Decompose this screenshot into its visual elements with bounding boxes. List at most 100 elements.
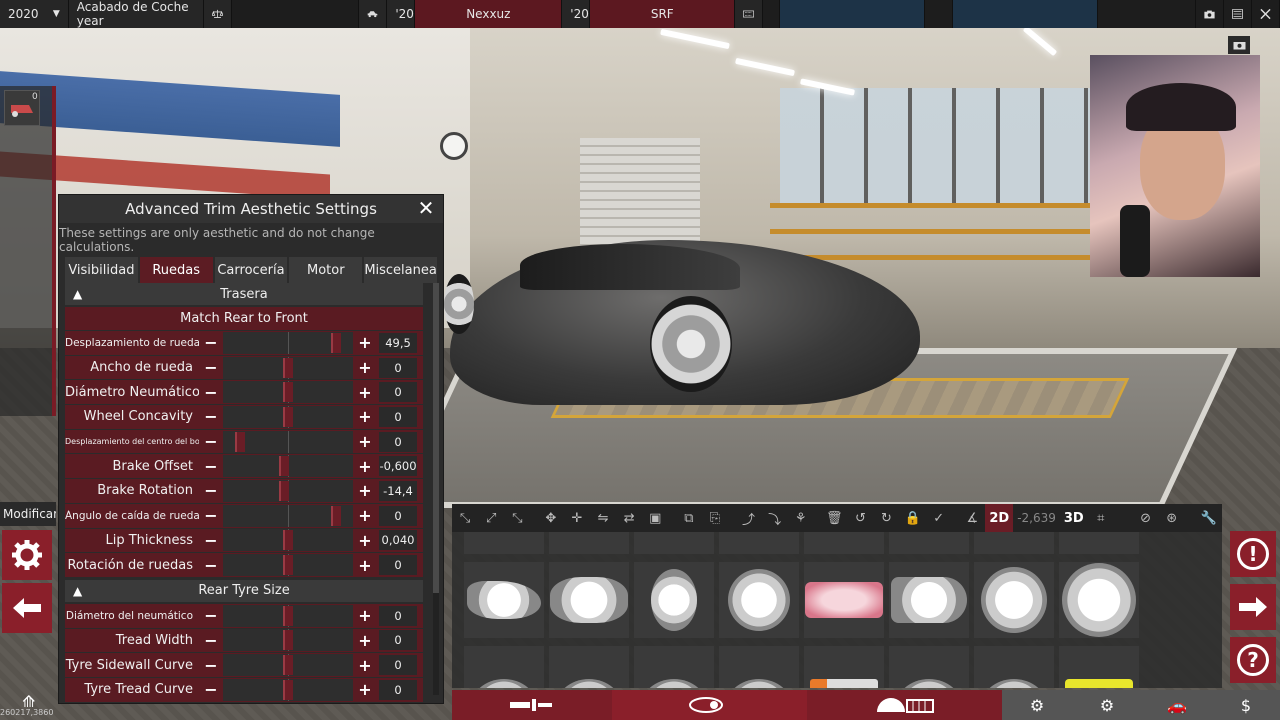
fixture-part[interactable]	[974, 532, 1054, 554]
snap-icon[interactable]: ▣	[642, 504, 668, 532]
modify-tab[interactable]: Modificar	[0, 502, 56, 526]
tab-carrocería[interactable]: Carrocería	[214, 257, 288, 283]
increment-button[interactable]: +	[353, 381, 377, 403]
fixture-part[interactable]	[549, 532, 629, 554]
increment-button[interactable]: +	[353, 654, 377, 676]
back-arrow-button[interactable]	[2, 583, 52, 633]
menu-icon[interactable]	[1224, 0, 1253, 28]
decrement-button[interactable]: −	[199, 679, 223, 701]
tab-ruedas[interactable]: Ruedas	[139, 257, 213, 283]
check-icon[interactable]: ✓	[926, 504, 952, 532]
gear-button[interactable]	[2, 530, 52, 580]
decrement-button[interactable]: −	[199, 629, 223, 651]
exhaust-tab[interactable]	[452, 690, 612, 720]
slider-handle[interactable]	[283, 530, 293, 551]
slider-handle[interactable]	[283, 605, 293, 626]
angle-icon[interactable]: ∡	[959, 504, 985, 532]
slider-handle[interactable]	[283, 655, 293, 676]
tab-miscelanea[interactable]: Miscelanea	[364, 257, 437, 283]
value-field[interactable]: 0	[379, 406, 417, 427]
crop-icon[interactable]: ⌗	[1088, 504, 1114, 532]
close-button[interactable]: ✕	[415, 197, 437, 221]
mode-2d-button[interactable]: 2D	[985, 504, 1014, 532]
value-field[interactable]: 0,040	[379, 530, 417, 551]
paste-icon[interactable]: ⎘	[702, 504, 728, 532]
increment-button[interactable]: +	[353, 529, 377, 551]
move-icon[interactable]: ✥	[538, 504, 564, 532]
value-slider[interactable]	[223, 629, 353, 652]
stats-tab[interactable]: $	[1212, 690, 1280, 720]
increment-button[interactable]: +	[353, 605, 377, 627]
increment-button[interactable]: +	[353, 357, 377, 379]
value-slider[interactable]	[223, 331, 353, 354]
value-slider[interactable]	[223, 554, 353, 577]
match-rear-to-front-button[interactable]: Match Rear to Front	[65, 307, 423, 330]
slider-handle[interactable]	[283, 630, 293, 651]
increment-button[interactable]: +	[353, 505, 377, 527]
fixture-part[interactable]	[549, 646, 629, 688]
value-field[interactable]: 0	[379, 555, 417, 576]
slider-handle[interactable]	[283, 555, 293, 576]
increment-button[interactable]: +	[353, 332, 377, 354]
slider-handle[interactable]	[283, 679, 293, 700]
drivetrain-tab[interactable]: ⚙	[1072, 690, 1142, 720]
value-slider[interactable]	[223, 479, 353, 502]
decrement-button[interactable]: −	[199, 332, 223, 354]
copy-icon[interactable]: ⧉	[676, 504, 702, 532]
fixture-part[interactable]	[464, 562, 544, 638]
value-field[interactable]: 0	[379, 431, 417, 452]
scale-y-icon[interactable]: ⤢	[478, 504, 504, 532]
move-horizontal-icon[interactable]: ✛	[564, 504, 590, 532]
trim-name[interactable]: Acabado de Coche year	[68, 0, 204, 28]
fixture-part[interactable]	[719, 562, 799, 638]
value-slider[interactable]	[223, 455, 353, 478]
slider-handle[interactable]	[279, 480, 290, 501]
camera-icon[interactable]	[1196, 0, 1225, 28]
wheel-icon[interactable]: ⊛	[1159, 504, 1185, 532]
value-field[interactable]: 0	[379, 655, 417, 676]
collapse-triangle-icon[interactable]: ▲	[73, 584, 82, 598]
model-name[interactable]: Nexxuz	[415, 0, 563, 28]
tab-visibilidad[interactable]: Visibilidad	[65, 257, 138, 283]
value-field[interactable]: 0	[379, 357, 417, 378]
group-icon[interactable]: ⚘	[788, 504, 814, 532]
decrement-button[interactable]: −	[199, 406, 223, 428]
scale-z-icon[interactable]: ⤡	[504, 504, 530, 532]
fixture-part[interactable]	[974, 562, 1054, 638]
value-slider[interactable]	[223, 654, 353, 677]
value-field[interactable]: 0	[379, 679, 417, 700]
blue-slot-1[interactable]	[780, 0, 926, 28]
link-all-icon[interactable]: ⤵	[762, 504, 788, 532]
scale-x-icon[interactable]: ⤡	[452, 504, 478, 532]
fixture-part[interactable]	[719, 646, 799, 688]
info-button[interactable]: !	[1230, 531, 1276, 577]
fixture-part[interactable]	[549, 562, 629, 638]
undo-icon[interactable]: ↺	[847, 504, 873, 532]
decrement-button[interactable]: −	[199, 480, 223, 502]
increment-button[interactable]: +	[353, 554, 377, 576]
fixture-part[interactable]	[974, 646, 1054, 688]
value-field[interactable]: 0	[379, 630, 417, 651]
delete-icon[interactable]: 🗑	[821, 504, 847, 532]
slider-handle[interactable]	[283, 357, 293, 378]
section-header-trasera[interactable]: ▲ Trasera	[65, 283, 423, 305]
value-field[interactable]: -0,600	[379, 456, 417, 477]
fixture-part[interactable]	[719, 532, 799, 554]
close-window-icon[interactable]	[1252, 0, 1280, 28]
fixture-part[interactable]	[1059, 646, 1139, 688]
redo-icon[interactable]: ↻	[873, 504, 899, 532]
no-fixture-icon[interactable]: ⊘	[1132, 504, 1158, 532]
decrement-button[interactable]: −	[199, 554, 223, 576]
slider-handle[interactable]	[283, 382, 293, 403]
mode-3d-button[interactable]: 3D	[1060, 511, 1088, 526]
increment-button[interactable]: +	[353, 406, 377, 428]
increment-button[interactable]: +	[353, 431, 377, 453]
value-field[interactable]: 0	[379, 605, 417, 626]
fixture-part[interactable]	[804, 646, 884, 688]
scale-icon[interactable]	[203, 0, 232, 28]
fixture-part[interactable]	[634, 562, 714, 638]
value-slider[interactable]	[223, 430, 353, 453]
value-slider[interactable]	[223, 356, 353, 379]
decrement-button[interactable]: −	[199, 431, 223, 453]
fixture-part[interactable]	[889, 532, 969, 554]
